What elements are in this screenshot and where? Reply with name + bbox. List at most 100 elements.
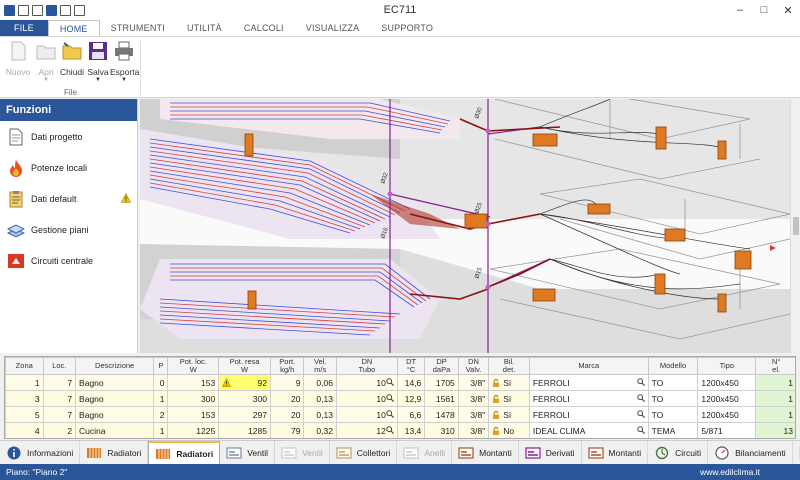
- radiator-icon[interactable]: [587, 203, 611, 215]
- radiator-icon[interactable]: [464, 213, 488, 229]
- function-dati-progetto[interactable]: Dati progetto: [0, 121, 137, 152]
- tab-ventil[interactable]: Ventil: [275, 441, 330, 465]
- tab-collettori[interactable]: Collettori: [330, 441, 398, 465]
- new-button[interactable]: Nuovo: [4, 40, 32, 77]
- cell-port[interactable]: 20: [269, 390, 305, 407]
- cell-tipo[interactable]: 1200x450: [697, 374, 757, 391]
- cell-bil[interactable]: Sì: [488, 406, 530, 423]
- column-header[interactable]: P: [153, 357, 169, 375]
- save-icon[interactable]: [46, 4, 57, 16]
- cell-p[interactable]: 2: [153, 406, 169, 423]
- cell-dp[interactable]: 310: [424, 422, 459, 438]
- cell-potloc[interactable]: 153: [167, 406, 220, 423]
- cell-modello[interactable]: TEMA: [647, 422, 699, 438]
- cell-tipo[interactable]: 5/871: [697, 422, 757, 438]
- column-header[interactable]: DP daPa: [424, 357, 459, 375]
- column-header[interactable]: N° el.: [755, 357, 795, 375]
- column-header[interactable]: Modello: [647, 357, 699, 375]
- tab-bilanciamenti[interactable]: Bilanciamenti: [708, 441, 793, 465]
- cell-modello[interactable]: TO: [647, 406, 699, 423]
- table-row[interactable]: 5 7 Bagno 2 153 297 20 0,13 10 6,6 1478 3/8" Sì FERRO…: [5, 406, 795, 423]
- cell-port[interactable]: 20: [269, 406, 305, 423]
- tab-derivati[interactable]: Derivati: [519, 441, 582, 465]
- cell-potresa[interactable]: 92: [218, 374, 271, 391]
- cell-loc[interactable]: 7: [42, 390, 77, 407]
- function-potenze-locali[interactable]: Potenze locali: [0, 152, 137, 183]
- cell-potresa[interactable]: 297: [218, 406, 271, 423]
- column-header[interactable]: Zona: [5, 357, 44, 375]
- cell-dn[interactable]: 10: [335, 390, 398, 407]
- tab-a[interactable]: A: [793, 441, 800, 465]
- tab-ventil[interactable]: Ventil: [220, 441, 275, 465]
- vertical-scrollbar[interactable]: [790, 99, 800, 353]
- radiator-icon[interactable]: [532, 133, 558, 147]
- cell-loc[interactable]: 2: [42, 422, 77, 438]
- cell-nel[interactable]: 1: [755, 390, 795, 407]
- minimize-button[interactable]: –: [728, 0, 752, 20]
- cell-dp[interactable]: 1478: [424, 406, 459, 423]
- radiator-icon[interactable]: [734, 250, 752, 270]
- function-dati-default[interactable]: Dati default: [0, 183, 137, 214]
- save-button[interactable]: Salva ▼: [84, 40, 112, 83]
- cell-loc[interactable]: 7: [42, 406, 77, 423]
- table-row[interactable]: 1 7 Bagno 0 153 92 9 0,06 10 14,6 1705 3/8" Sì FERROL…: [5, 374, 795, 391]
- search-icon[interactable]: [386, 425, 394, 434]
- cell-nel[interactable]: 13: [755, 422, 795, 438]
- tab-circuiti[interactable]: Circuiti: [648, 441, 709, 465]
- tab-utilita[interactable]: UTILITÀ: [176, 20, 233, 36]
- tab-visualizza[interactable]: VISUALIZZA: [295, 20, 371, 36]
- search-icon[interactable]: [636, 409, 645, 418]
- cell-dn[interactable]: 10: [335, 374, 398, 391]
- function-gestione-piani[interactable]: Gestione piani: [0, 214, 137, 245]
- cell-modello[interactable]: TO: [647, 374, 699, 391]
- cell-desc[interactable]: Bagno: [75, 374, 155, 391]
- cell-bil[interactable]: Sì: [488, 390, 530, 407]
- column-header[interactable]: Port. kg/h: [269, 357, 305, 375]
- cell-zona[interactable]: 5: [5, 406, 44, 423]
- cell-vel[interactable]: 0,06: [303, 374, 337, 391]
- cell-marca[interactable]: FERROLI: [528, 390, 649, 407]
- cell-bil[interactable]: Sì: [488, 374, 530, 391]
- tab-montanti[interactable]: Montanti: [582, 441, 649, 465]
- column-header[interactable]: DN Valv.: [457, 357, 490, 375]
- column-header[interactable]: Descrizione: [75, 357, 155, 375]
- tab-radiatori[interactable]: Radiatori: [148, 441, 221, 465]
- cell-desc[interactable]: Cucina: [75, 422, 155, 438]
- open-button[interactable]: Apri ▼: [32, 40, 60, 83]
- table-row[interactable]: 3 7 Bagno 1 300 300 20 0,13 10 12,9 1561 3/8" Sì FERR…: [5, 390, 795, 407]
- cell-dt[interactable]: 6,6: [396, 406, 426, 423]
- column-header[interactable]: DN Tubo: [335, 357, 398, 375]
- column-header[interactable]: DT °C: [396, 357, 426, 375]
- column-header[interactable]: Pot. loc. W: [167, 357, 220, 375]
- cell-dnv[interactable]: 3/8": [457, 390, 490, 407]
- cell-vel[interactable]: 0,13: [303, 390, 337, 407]
- new-file-icon[interactable]: [18, 4, 29, 16]
- cell-p[interactable]: 1: [153, 422, 169, 438]
- cell-tipo[interactable]: 1200x450: [697, 406, 757, 423]
- column-header[interactable]: Marca: [528, 357, 649, 375]
- cell-desc[interactable]: Bagno: [75, 390, 155, 407]
- cell-port[interactable]: 79: [269, 422, 305, 438]
- tab-supporto[interactable]: SUPPORTO: [370, 20, 444, 36]
- radiator-icon[interactable]: [532, 288, 556, 302]
- cell-potloc[interactable]: 1225: [167, 422, 220, 438]
- column-header[interactable]: Bil. det.: [488, 357, 530, 375]
- cell-marca[interactable]: FERROLI: [528, 374, 649, 391]
- radiator-icon[interactable]: [244, 133, 254, 157]
- cell-vel[interactable]: 0,13: [303, 406, 337, 423]
- radiator-icon[interactable]: [717, 140, 727, 160]
- cell-nel[interactable]: 1: [755, 406, 795, 423]
- cell-zona[interactable]: 3: [5, 390, 44, 407]
- radiator-icon[interactable]: [717, 293, 727, 313]
- table-row[interactable]: 4 2 Cucina 1 1225 1285 79 0,32 12 13,4 310 3/8" No ID…: [5, 422, 795, 438]
- close-button[interactable]: ✕: [776, 0, 800, 20]
- cell-dnv[interactable]: 3/8": [457, 374, 490, 391]
- cell-dp[interactable]: 1705: [424, 374, 459, 391]
- radiator-icon[interactable]: [247, 290, 257, 310]
- cell-dn[interactable]: 10: [335, 406, 398, 423]
- tab-anelli[interactable]: Anelli: [397, 441, 453, 465]
- column-header[interactable]: Loc.: [42, 357, 77, 375]
- cell-desc[interactable]: Bagno: [75, 406, 155, 423]
- search-icon[interactable]: [636, 425, 645, 434]
- cell-dnv[interactable]: 3/8": [457, 406, 490, 423]
